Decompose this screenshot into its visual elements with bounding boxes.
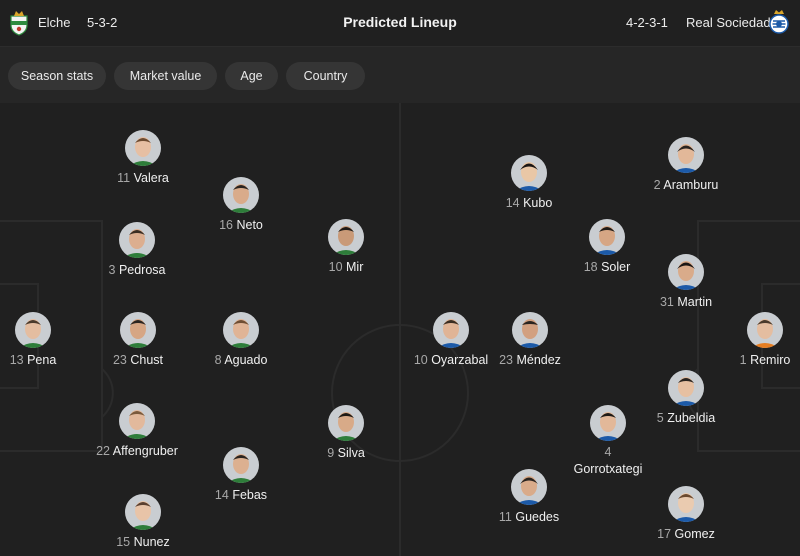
player-avatar[interactable] [125,130,161,166]
lineup-header: Elche 5-3-2 Predicted Lineup 4-2-3-1 Rea… [0,0,800,46]
player-card[interactable]: 4 Gorrotxategi [574,405,642,476]
player-name-label[interactable]: 16 Neto [161,218,321,232]
player-avatar[interactable] [120,312,156,348]
player-name-label[interactable]: 14 Kubo [449,196,609,210]
player-card[interactable]: 17 Gomez [657,486,715,541]
player-name-label[interactable]: 11 Guedes [449,510,609,524]
player-card[interactable]: 18 Soler [584,219,630,274]
player-card[interactable]: 22 Affengruber [96,403,178,458]
player-card[interactable]: 10 Mir [328,219,364,274]
player-avatar[interactable] [747,312,783,348]
away-formation: 4-2-3-1 [626,15,668,30]
stats-filter-bar: Season stats Market value Age Country [0,47,800,103]
player-name-label[interactable]: 8 Aguado [161,353,321,367]
player-name-label[interactable]: 10 Mir [266,260,426,274]
player-name-label[interactable]: 3 Pedrosa [57,263,217,277]
player-avatar[interactable] [125,494,161,530]
player-avatar[interactable] [511,155,547,191]
page-title: Predicted Lineup [343,14,457,30]
filter-country-chip[interactable]: Country [286,62,365,90]
player-card[interactable]: 31 Martin [660,254,712,309]
player-card[interactable]: 10 Oyarzabal [414,312,488,367]
filter-market-value-chip[interactable]: Market value [114,62,217,90]
player-card[interactable]: 13 Pena [10,312,56,367]
player-avatar[interactable] [668,254,704,290]
player-card[interactable]: 11 Guedes [499,469,559,524]
player-name-label[interactable]: 31 Martin [606,295,766,309]
player-name-label[interactable]: 11 Valera [63,171,223,185]
player-avatar[interactable] [223,447,259,483]
player-name-label[interactable]: 9 Silva [266,446,426,460]
player-name-label[interactable]: 15 Nunez [63,535,223,549]
player-name-label[interactable]: 5 Zubeldia [606,411,766,425]
player-avatar[interactable] [328,219,364,255]
player-card[interactable]: 9 Silva [327,405,365,460]
player-name-label[interactable]: 14 Febas [161,488,321,502]
player-avatar[interactable] [589,219,625,255]
player-name-label[interactable]: 22 Affengruber [57,444,217,458]
player-card[interactable]: 1 Remiro [740,312,790,367]
player-avatar[interactable] [328,405,364,441]
player-card[interactable]: 2 Aramburu [654,137,718,192]
home-penalty-arc [101,368,114,418]
player-card[interactable]: 16 Neto [219,177,263,232]
player-card[interactable]: 23 Chust [113,312,163,367]
player-name-label[interactable]: 23 Méndez [450,353,610,367]
real-sociedad-crest-icon[interactable] [768,9,790,35]
player-card[interactable]: 5 Zubeldia [657,370,715,425]
filter-season-stats-chip[interactable]: Season stats [8,62,106,90]
player-name-label[interactable]: 1 Remiro [685,353,800,367]
player-avatar[interactable] [668,370,704,406]
player-avatar[interactable] [511,469,547,505]
player-avatar[interactable] [223,177,259,213]
player-avatar[interactable] [668,137,704,173]
player-name-label[interactable]: 17 Gomez [606,527,766,541]
player-name-label[interactable]: 18 Soler [527,260,687,274]
player-avatar[interactable] [223,312,259,348]
player-name-label[interactable]: 4 Gorrotxategi [528,444,688,478]
pitch: 11 Valera 16 Neto 3 Pedrosa 10 Mir 13 Pe… [0,103,800,556]
player-card[interactable]: 11 Valera [117,130,169,185]
player-card[interactable]: 15 Nunez [116,494,170,549]
player-card[interactable]: 3 Pedrosa [109,222,166,277]
player-card[interactable]: 14 Febas [215,447,267,502]
player-avatar[interactable] [119,403,155,439]
away-team-name[interactable]: Real Sociedad [686,15,771,30]
player-avatar[interactable] [119,222,155,258]
player-avatar[interactable] [512,312,548,348]
player-avatar[interactable] [668,486,704,522]
player-avatar[interactable] [590,405,626,441]
player-card[interactable]: 23 Méndez [499,312,561,367]
player-avatar[interactable] [433,312,469,348]
player-avatar[interactable] [15,312,51,348]
player-name-label[interactable]: 2 Aramburu [606,178,766,192]
player-card[interactable]: 14 Kubo [506,155,552,210]
filter-age-chip[interactable]: Age [225,62,278,90]
player-card[interactable]: 8 Aguado [215,312,267,367]
